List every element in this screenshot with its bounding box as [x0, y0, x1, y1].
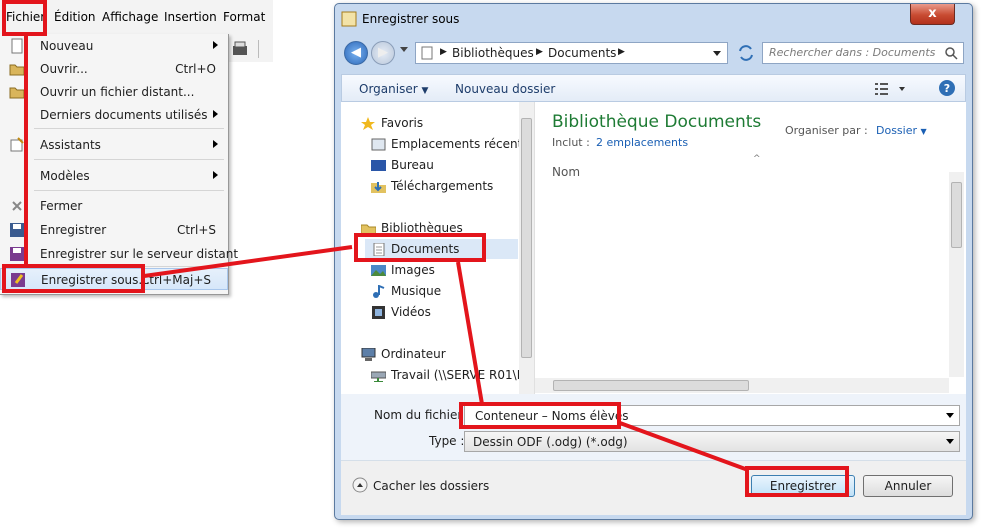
annotation-box-documents: [354, 233, 486, 262]
annotation-box-fichier: [2, 0, 47, 36]
annotation-box-filename: [459, 402, 621, 429]
annotation-overlay: [24, 36, 749, 472]
annotation-line-saveas-to-documents: [143, 245, 353, 278]
annotation-line-documents-to-filename: [456, 261, 484, 405]
annotation-box-enregistrer-sous: [2, 264, 145, 293]
annotation-box-save: [745, 466, 849, 497]
annotation-line-filename-to-save: [619, 421, 749, 472]
